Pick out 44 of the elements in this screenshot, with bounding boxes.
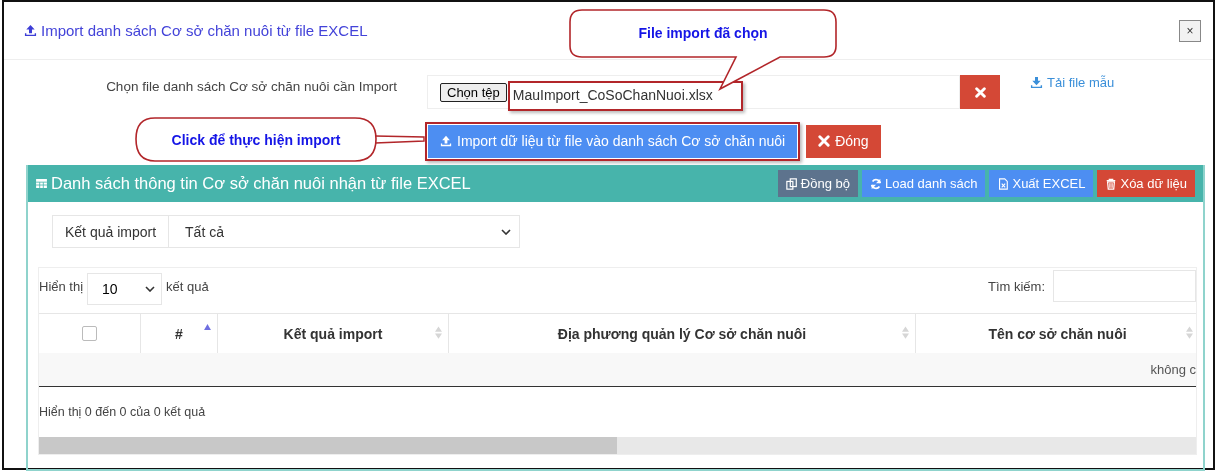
copy-icon: [785, 177, 798, 190]
empty-message: không c: [1150, 362, 1196, 377]
close-icon: [974, 86, 986, 98]
column-header[interactable]: Tên cơ sở chăn nuôi: [988, 325, 1127, 342]
file-input[interactable]: Chọn tệp MauImport_CoSoChanNuoi.xlsx: [427, 75, 960, 109]
file-name: MauImport_CoSoChanNuoi.xlsx: [507, 81, 743, 111]
refresh-icon: [869, 177, 882, 190]
trash-icon: [1105, 177, 1118, 190]
clear-file-button[interactable]: [960, 75, 1000, 109]
download-template-link[interactable]: Tải file mẫu: [1030, 75, 1115, 90]
upload-icon: [440, 135, 452, 147]
page-size-select[interactable]: 10: [87, 273, 163, 305]
column-header[interactable]: #: [175, 325, 183, 342]
toolbar-button[interactable]: Xóa dữ liệu: [1097, 170, 1195, 197]
filter-label: Kết quả import: [52, 215, 170, 248]
choose-file-button[interactable]: Chọn tệp: [440, 82, 507, 102]
close-icon: [818, 135, 831, 147]
sort-icon[interactable]: [902, 326, 909, 339]
close-dialog-button[interactable]: Đóng: [806, 124, 881, 158]
results-label: kết quả: [166, 278, 209, 294]
excel-file-icon: [997, 177, 1010, 190]
horizontal-scrollbar[interactable]: [39, 437, 1196, 454]
download-icon: [1030, 76, 1043, 89]
sort-icon[interactable]: [1186, 326, 1193, 339]
search-label: Tìm kiếm:: [987, 278, 1045, 294]
close-button[interactable]: ×: [1179, 19, 1201, 42]
table-icon: [36, 179, 47, 188]
callout: Click để thực hiện import: [135, 117, 425, 163]
upload-icon: [24, 24, 37, 37]
chevron-down-icon: [501, 228, 512, 235]
show-label: Hiển thị: [39, 278, 84, 294]
chevron-down-icon: [145, 286, 156, 292]
table-info: Hiển thị 0 đến 0 của 0 kết quả: [39, 405, 206, 419]
panel-title: Danh sách thông tin Cơ sở chăn nuôi nhận từ file EXCEL: [51, 174, 471, 193]
column-header[interactable]: Địa phương quản lý Cơ sở chăn nuôi: [557, 325, 807, 342]
result-filter-select[interactable]: Tất cả: [169, 215, 521, 248]
toolbar-button[interactable]: Đồng bộ: [777, 170, 858, 197]
select-all-checkbox[interactable]: [82, 326, 97, 341]
sort-ascending-icon[interactable]: [204, 324, 211, 330]
dialog-title: Import danh sách Cơ sở chăn nuôi từ file EXCEL: [41, 22, 368, 39]
file-label: Chọn file danh sách Cơ sở chăn nuôi cần Import: [105, 79, 397, 94]
search-field[interactable]: [1053, 270, 1196, 302]
sort-icon[interactable]: [435, 326, 442, 339]
column-header[interactable]: Kết quả import: [283, 325, 383, 342]
